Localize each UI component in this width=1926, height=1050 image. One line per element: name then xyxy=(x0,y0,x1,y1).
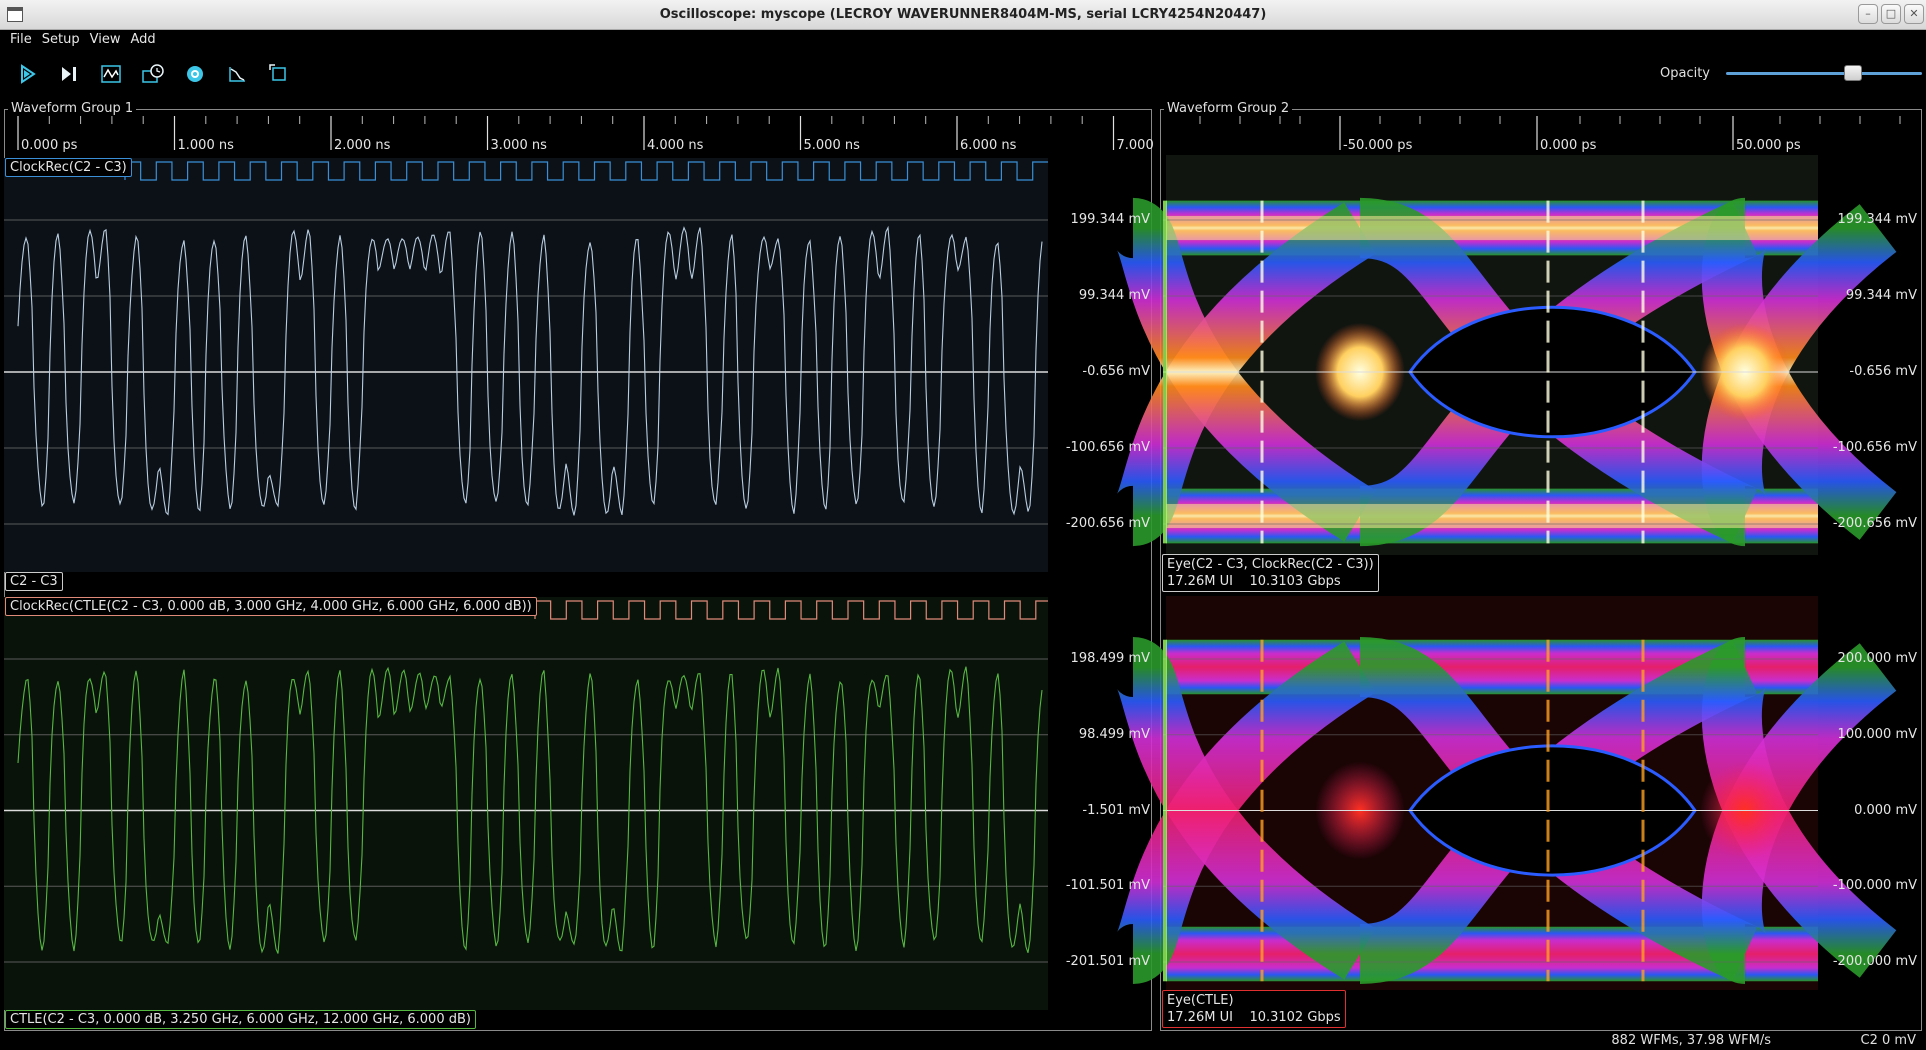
close-icon[interactable]: ✕ xyxy=(1904,4,1924,24)
gear-icon xyxy=(187,66,203,82)
settings-button[interactable] xyxy=(180,60,210,88)
protocol-icon xyxy=(229,67,245,82)
group2-bottom-volt-label: -100.000 mV xyxy=(1832,878,1917,894)
clockrec-top-label[interactable]: ClockRec(C2 - C3) xyxy=(5,158,132,177)
group2-top-volt-label: 199.344 mV xyxy=(1837,212,1917,227)
eye-bottom-label-name: Eye(CTLE) xyxy=(1167,993,1234,1008)
group1-bottom-volt-label: 198.499 mV xyxy=(1070,651,1150,666)
eye-bottom-label[interactable]: Eye(CTLE) 17.26M UI 10.3102 Gbps xyxy=(1162,990,1346,1028)
play-icon xyxy=(21,64,36,84)
menu-file[interactable]: File xyxy=(5,30,37,52)
group1-bottom-volt-label: -1.501 mV xyxy=(1082,802,1150,818)
history-button[interactable] xyxy=(138,60,168,88)
group2-top-volt-label: -200.656 mV xyxy=(1832,516,1917,531)
group1-bottom-volt-label: 98.499 mV xyxy=(1078,726,1150,742)
fullscreen-button[interactable] xyxy=(264,60,294,88)
window-title: Oscilloscope: myscope (LECROY WAVERUNNER… xyxy=(659,7,1267,22)
history-icon xyxy=(142,64,164,83)
start-trigger-button[interactable] xyxy=(12,60,42,88)
title-bar: Oscilloscope: myscope (LECROY WAVERUNNER… xyxy=(0,0,1926,30)
group2-top-volt-label: -0.656 mV xyxy=(1849,364,1917,379)
trace-top-label[interactable]: C2 - C3 xyxy=(5,572,63,591)
waveform-group-1: Waveform Group 1 xyxy=(4,101,1152,1031)
menu-setup[interactable]: Setup xyxy=(37,30,85,52)
eye-top-label-stats: 17.26M UI 10.3103 Gbps xyxy=(1167,574,1341,589)
single-trigger-button[interactable] xyxy=(54,60,84,88)
eye-bottom-label-stats: 17.26M UI 10.3102 Gbps xyxy=(1167,1010,1341,1025)
opacity-slider[interactable] xyxy=(1726,65,1922,81)
group1-top-volt-label: 99.344 mV xyxy=(1078,288,1150,303)
step-icon xyxy=(62,67,76,81)
status-wfm-rate: 882 WFMs, 37.98 WFM/s xyxy=(1611,1033,1771,1048)
eye-top-label[interactable]: Eye(C2 - C3, ClockRec(C2 - C3)) 17.26M U… xyxy=(1162,554,1379,592)
opacity-label: Opacity xyxy=(1660,66,1711,81)
group2-bottom-volt-label: -200.000 mV xyxy=(1832,954,1917,969)
menu-bar: File Setup View Add xyxy=(0,30,1926,52)
group2-top-volt-label: -100.656 mV xyxy=(1832,440,1917,455)
group2-title: Waveform Group 2 xyxy=(1164,101,1293,116)
fullscreen-icon xyxy=(269,64,286,81)
toolbar xyxy=(0,52,1926,94)
group1-bottom-volt-label: -201.501 mV xyxy=(1065,954,1150,969)
status-channel: C2 0 mV xyxy=(1860,1033,1916,1048)
trace-bottom-label[interactable]: CTLE(C2 - C3, 0.000 dB, 3.250 GHz, 6.000… xyxy=(5,1010,476,1029)
eye-top-label-name: Eye(C2 - C3, ClockRec(C2 - C3)) xyxy=(1167,557,1374,572)
group1-top-volt-label: -200.656 mV xyxy=(1065,516,1150,531)
window-controls: – □ ✕ xyxy=(1858,4,1924,24)
group2-bottom-volt-label: 0.000 mV xyxy=(1854,802,1917,818)
minimize-icon[interactable]: – xyxy=(1858,4,1878,24)
menu-view[interactable]: View xyxy=(85,30,126,52)
group1-bottom-volt-label: -101.501 mV xyxy=(1065,878,1150,894)
waveform-button[interactable] xyxy=(96,60,126,88)
group2-bottom-volt-label: 200.000 mV xyxy=(1837,651,1917,666)
group2-bottom-volt-label: 100.000 mV xyxy=(1837,726,1917,742)
clockrec-bottom-label[interactable]: ClockRec(CTLE(C2 - C3, 0.000 dB, 3.000 G… xyxy=(5,597,537,616)
opacity-slider-thumb[interactable] xyxy=(1844,65,1862,81)
group1-top-volt-label: -100.656 mV xyxy=(1065,440,1150,455)
waveform-icon xyxy=(101,65,121,83)
status-bar: 882 WFMs, 37.98 WFM/s C2 0 mV xyxy=(0,1032,1926,1050)
opacity-slider-track xyxy=(1726,72,1922,75)
group1-title: Waveform Group 1 xyxy=(8,101,137,116)
menu-add[interactable]: Add xyxy=(125,30,160,52)
maximize-icon[interactable]: □ xyxy=(1881,4,1901,24)
group1-top-volt-label: 199.344 mV xyxy=(1070,212,1150,227)
math-button[interactable] xyxy=(222,60,252,88)
group2-top-volt-label: 99.344 mV xyxy=(1845,288,1917,303)
group1-top-volt-label: -0.656 mV xyxy=(1082,364,1150,379)
